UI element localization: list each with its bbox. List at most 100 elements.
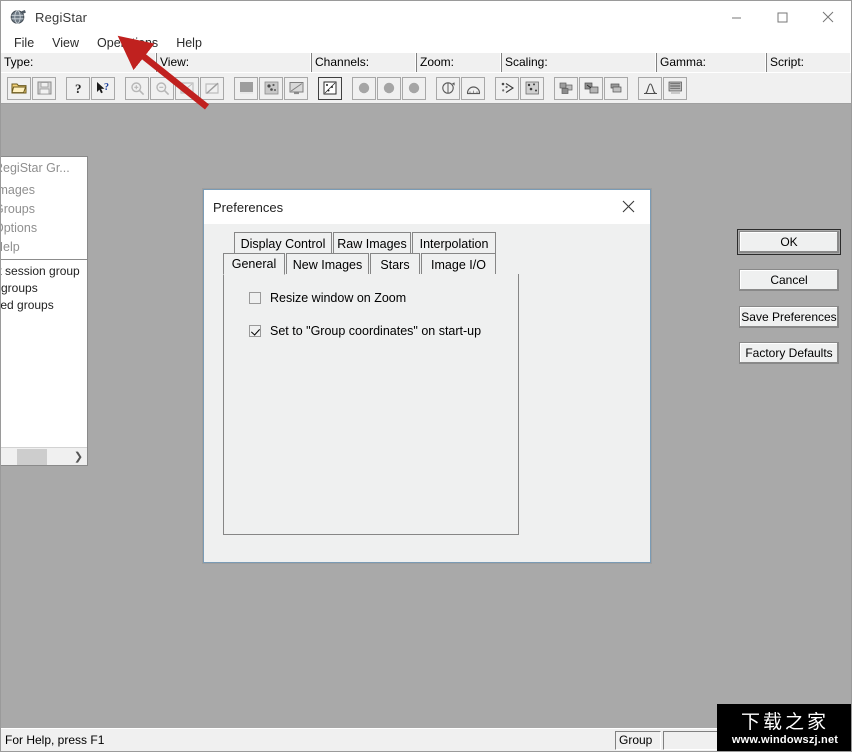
mosaic-icon[interactable] xyxy=(554,76,578,100)
field-gamma: Gamma: xyxy=(656,53,766,72)
option-resize-window-on-zoom[interactable]: Resize window on Zoom xyxy=(249,291,518,305)
toolbar-separator xyxy=(427,77,436,100)
menu-file[interactable]: File xyxy=(5,34,43,52)
scrollbar-track[interactable] xyxy=(1,448,70,465)
tab-new-images[interactable]: New Images xyxy=(286,253,369,275)
zoom-in-icon[interactable] xyxy=(125,76,149,100)
caption-buttons xyxy=(713,1,851,33)
child-menu-groups[interactable]: Groups xyxy=(1,200,87,219)
preferences-tab-panel: Display Control Raw Images Interpolation… xyxy=(223,232,519,535)
toolbar-separator xyxy=(343,77,352,100)
tab-stars[interactable]: Stars xyxy=(370,253,420,275)
minimize-icon[interactable] xyxy=(713,1,759,33)
tab-content-general: Resize window on Zoom Set to "Group coor… xyxy=(223,274,519,535)
zoom-fit-icon[interactable] xyxy=(175,76,199,100)
option-group-coordinates-startup[interactable]: Set to "Group coordinates" on start-up xyxy=(249,324,518,338)
tab-image-io[interactable]: Image I/O xyxy=(421,253,496,275)
tab-display-control[interactable]: Display Control xyxy=(234,232,332,254)
menu-bar: File View Operations Help xyxy=(1,33,851,52)
ok-button[interactable]: OK xyxy=(737,229,841,255)
child-menu-help[interactable]: Help xyxy=(1,238,87,257)
zoom-none-icon[interactable] xyxy=(200,76,224,100)
child-window-menu: RegiStar Gr... Images Groups Options Hel… xyxy=(1,157,87,260)
child-window-title: RegiStar Gr... xyxy=(1,161,70,175)
field-script: Script: xyxy=(766,53,851,72)
dialog-title: Preferences xyxy=(213,199,284,215)
noise-icon[interactable] xyxy=(663,76,687,100)
field-zoom: Zoom: xyxy=(416,53,501,72)
curve-icon[interactable] xyxy=(461,76,485,100)
stack-icon[interactable] xyxy=(604,76,628,100)
child-menu-options[interactable]: Options xyxy=(1,219,87,238)
menu-help[interactable]: Help xyxy=(167,34,211,52)
save-icon[interactable] xyxy=(32,76,56,100)
close-icon[interactable] xyxy=(606,190,650,222)
field-view: View: xyxy=(156,53,311,72)
toolbar-separator xyxy=(309,77,318,100)
dialog-body: Display Control Raw Images Interpolation… xyxy=(204,224,841,562)
option-label: Resize window on Zoom xyxy=(270,291,407,305)
register-icon[interactable] xyxy=(495,76,519,100)
toolbar-separator xyxy=(545,77,554,100)
watermark-url: www.windowszj.net xyxy=(731,733,839,746)
channel-green-icon[interactable] xyxy=(377,76,401,100)
dialog-title-bar: Preferences xyxy=(204,190,650,224)
status-help-text: For Help, press F1 xyxy=(5,733,105,747)
save-preferences-button[interactable]: Save Preferences xyxy=(739,306,839,328)
open-icon[interactable] xyxy=(7,76,31,100)
cancel-button[interactable]: Cancel xyxy=(739,269,839,291)
scrollbar-thumb[interactable] xyxy=(17,448,47,465)
toolbar-separator xyxy=(486,77,495,100)
field-scaling: Scaling: xyxy=(501,53,656,72)
horizontal-scrollbar[interactable]: ❮ ❯ xyxy=(1,447,87,465)
toolbar-separator xyxy=(116,77,125,100)
channel-blue-icon[interactable] xyxy=(402,76,426,100)
maximize-icon[interactable] xyxy=(759,1,805,33)
list-item[interactable]: ve groups xyxy=(1,280,87,297)
registar-main-window: RegiStar File View Operations Help Type:… xyxy=(0,0,852,752)
info-field-bar: Type: View: Channels: Zoom: Scaling: Gam… xyxy=(1,52,851,72)
histogram-icon[interactable] xyxy=(638,76,662,100)
display-stars-icon[interactable] xyxy=(259,76,283,100)
display-plain-icon[interactable] xyxy=(234,76,258,100)
context-help-icon[interactable]: ? xyxy=(91,76,115,100)
main-toolbar: ? ? xyxy=(1,72,851,104)
field-type: Type: xyxy=(1,53,156,72)
menu-view[interactable]: View xyxy=(43,34,88,52)
help-icon[interactable]: ? xyxy=(66,76,90,100)
field-channels: Channels: xyxy=(311,53,416,72)
tab-raw-images[interactable]: Raw Images xyxy=(333,232,411,254)
menu-operations[interactable]: Operations xyxy=(88,34,167,52)
display-monitor-icon[interactable] xyxy=(284,76,308,100)
title-bar: RegiStar xyxy=(1,1,851,33)
checkbox-group-coordinates-startup[interactable] xyxy=(249,325,261,337)
site-watermark: 下载之家 www.windowszj.net xyxy=(717,704,851,751)
combine-icon[interactable] xyxy=(579,76,603,100)
tab-interpolation[interactable]: Interpolation xyxy=(412,232,496,254)
preferences-dialog: Preferences Display Control Raw Images I… xyxy=(203,189,841,563)
child-menu-images[interactable]: Images xyxy=(1,181,87,200)
group-list[interactable]: ent session group ve groups hived groups xyxy=(1,260,87,447)
toolbar-separator xyxy=(225,77,234,100)
list-item[interactable]: hived groups xyxy=(1,297,87,314)
svg-text:?: ? xyxy=(75,81,82,96)
channel-red-icon[interactable] xyxy=(352,76,376,100)
rotate-icon[interactable] xyxy=(436,76,460,100)
registar-globe-icon xyxy=(9,8,27,26)
close-icon[interactable] xyxy=(805,1,851,33)
group-coordinates-icon[interactable] xyxy=(318,76,342,100)
svg-text:?: ? xyxy=(104,82,109,93)
window-title: RegiStar xyxy=(35,9,88,25)
mdi-workspace: RegiStar Gr... Images Groups Options Hel… xyxy=(1,104,851,728)
checkbox-resize-window-on-zoom[interactable] xyxy=(249,292,261,304)
zoom-out-icon[interactable] xyxy=(150,76,174,100)
option-label: Set to "Group coordinates" on start-up xyxy=(270,324,482,338)
tab-general[interactable]: General xyxy=(223,253,285,275)
toolbar-separator xyxy=(629,77,638,100)
registar-groups-child-window[interactable]: RegiStar Gr... Images Groups Options Hel… xyxy=(1,156,88,466)
factory-defaults-button[interactable]: Factory Defaults xyxy=(739,342,839,364)
status-group-label: Group xyxy=(615,730,661,750)
align-icon[interactable] xyxy=(520,76,544,100)
list-item[interactable]: ent session group xyxy=(1,263,87,280)
scroll-right-icon[interactable]: ❯ xyxy=(70,448,87,465)
